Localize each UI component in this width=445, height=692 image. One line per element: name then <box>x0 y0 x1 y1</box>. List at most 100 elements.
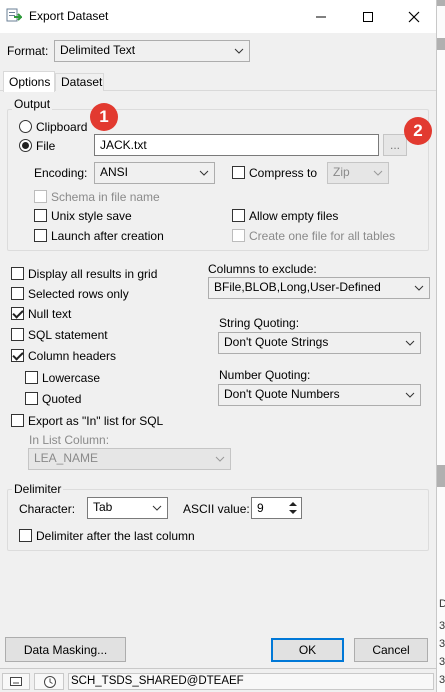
allow-empty-files-checkbox[interactable] <box>232 209 245 222</box>
delimiter-after-last-label: Delimiter after the last column <box>36 529 195 543</box>
browse-label: ... <box>389 138 400 152</box>
display-all-results-checkbox[interactable] <box>11 267 24 280</box>
display-all-results-label: Display all results in grid <box>28 267 158 281</box>
window-title: Export Dataset <box>29 9 109 23</box>
strip-text: 3 <box>439 656 445 668</box>
browse-button[interactable]: ... <box>383 134 407 156</box>
string-quoting-label: String Quoting: <box>219 316 300 330</box>
delimiter-character-value: Tab <box>93 500 113 514</box>
chevron-down-icon <box>373 170 383 176</box>
output-group-label: Output <box>12 97 53 111</box>
schema-in-file-name-checkbox[interactable] <box>34 190 47 203</box>
export-in-list-checkbox[interactable] <box>11 414 24 427</box>
selected-rows-only-label: Selected rows only <box>28 287 129 301</box>
data-masking-label: Data Masking... <box>23 642 108 657</box>
encoding-value: ANSI <box>100 165 129 179</box>
format-label: Format: <box>7 44 49 58</box>
unix-style-save-label: Unix style save <box>51 209 132 223</box>
columns-to-exclude-value: BFile,BLOB,Long,User-Defined <box>214 280 381 294</box>
minimize-icon <box>316 16 326 17</box>
columns-to-exclude-dropdown[interactable]: BFile,BLOB,Long,User-Defined <box>208 277 430 299</box>
maximize-icon <box>363 11 373 22</box>
file-path-value: JACK.txt <box>100 138 147 152</box>
sql-statement-label: SQL statement <box>28 328 108 342</box>
chevron-down-icon <box>215 456 225 462</box>
unix-style-save-checkbox[interactable] <box>34 209 47 222</box>
column-headers-checkbox[interactable] <box>11 349 24 362</box>
background-window-strip: D 3 3 3 3 <box>436 0 445 692</box>
delimiter-after-last-checkbox[interactable] <box>19 529 32 542</box>
launch-after-creation-label: Launch after creation <box>51 229 164 243</box>
cancel-label: Cancel <box>372 643 410 657</box>
delimiter-character-dropdown[interactable]: Tab <box>87 497 168 519</box>
null-text-checkbox[interactable] <box>11 307 24 320</box>
column-headers-label: Column headers <box>28 349 117 363</box>
status-clock-cell <box>34 673 64 690</box>
minimize-button[interactable] <box>298 0 344 33</box>
in-list-column-dropdown[interactable]: LEA_NAME <box>28 448 231 470</box>
file-path-input[interactable]: JACK.txt <box>94 134 379 156</box>
ascii-value-spinner[interactable]: 9 <box>251 497 302 519</box>
close-button[interactable] <box>391 0 437 33</box>
cancel-button[interactable]: Cancel <box>354 638 428 662</box>
chevron-down-icon <box>414 285 424 291</box>
format-dropdown[interactable]: Delimited Text <box>54 40 250 62</box>
character-label: Character: <box>19 502 76 516</box>
file-label: File <box>36 139 56 153</box>
annotation-badge-2: 2 <box>404 117 432 145</box>
keyboard-icon <box>10 677 22 686</box>
tab-options[interactable]: Options <box>3 71 55 92</box>
tab-dataset[interactable]: Dataset <box>55 73 104 91</box>
columns-to-exclude-label: Columns to exclude: <box>208 262 317 276</box>
schema-in-file-name-label: Schema in file name <box>51 190 160 204</box>
lowercase-checkbox[interactable] <box>25 371 38 384</box>
launch-after-creation-checkbox[interactable] <box>34 229 47 242</box>
clock-icon <box>44 676 56 688</box>
quoted-label: Quoted <box>42 392 82 406</box>
spinner-arrows-icon[interactable] <box>287 500 299 516</box>
lowercase-label: Lowercase <box>42 371 101 385</box>
tab-options-label: Options <box>9 75 51 89</box>
file-radio[interactable] <box>19 139 32 152</box>
status-bar: SCH_TSDS_SHARED@DTEAEF <box>0 668 436 692</box>
one-file-all-tables-checkbox[interactable] <box>232 229 245 242</box>
allow-empty-files-label: Allow empty files <box>249 209 339 223</box>
selected-rows-only-checkbox[interactable] <box>11 287 24 300</box>
chevron-down-icon <box>405 340 415 346</box>
sql-statement-checkbox[interactable] <box>11 328 24 341</box>
clipboard-radio[interactable] <box>19 120 32 133</box>
number-quoting-dropdown[interactable]: Don't Quote Numbers <box>218 384 421 406</box>
quoted-checkbox[interactable] <box>25 392 38 405</box>
compress-format-value: Zip <box>333 165 350 179</box>
chevron-down-icon <box>199 170 209 176</box>
status-keyboard-cell <box>2 673 30 690</box>
data-masking-button[interactable]: Data Masking... <box>5 637 126 662</box>
encoding-dropdown[interactable]: ANSI <box>94 162 215 184</box>
number-quoting-value: Don't Quote Numbers <box>224 387 340 401</box>
ok-button[interactable]: OK <box>271 638 344 662</box>
maximize-button[interactable] <box>345 0 391 33</box>
one-file-all-tables-label: Create one file for all tables <box>249 229 396 243</box>
ascii-value-label: ASCII value: <box>183 502 250 516</box>
string-quoting-value: Don't Quote Strings <box>224 335 329 349</box>
ascii-value: 9 <box>257 501 264 515</box>
close-icon <box>408 11 420 22</box>
string-quoting-dropdown[interactable]: Don't Quote Strings <box>218 332 421 354</box>
chevron-down-icon <box>152 505 162 511</box>
clipboard-label: Clipboard <box>36 120 88 134</box>
strip-text: 3 <box>439 674 445 686</box>
format-value: Delimited Text <box>60 43 136 57</box>
strip-text: 3 <box>439 638 445 650</box>
number-quoting-label: Number Quoting: <box>219 368 311 382</box>
compress-label: Compress to <box>249 166 318 180</box>
tab-dataset-label: Dataset <box>61 75 103 89</box>
encoding-label: Encoding: <box>34 166 88 180</box>
in-list-column-value: LEA_NAME <box>34 451 99 465</box>
export-in-list-label: Export as "In" list for SQL <box>28 414 164 428</box>
ok-label: OK <box>298 643 317 657</box>
chevron-down-icon <box>405 392 415 398</box>
title-bar: Export Dataset <box>0 0 436 33</box>
compress-format-dropdown[interactable]: Zip <box>327 162 389 184</box>
null-text-label: Null text <box>28 307 72 321</box>
compress-checkbox[interactable] <box>232 166 245 179</box>
